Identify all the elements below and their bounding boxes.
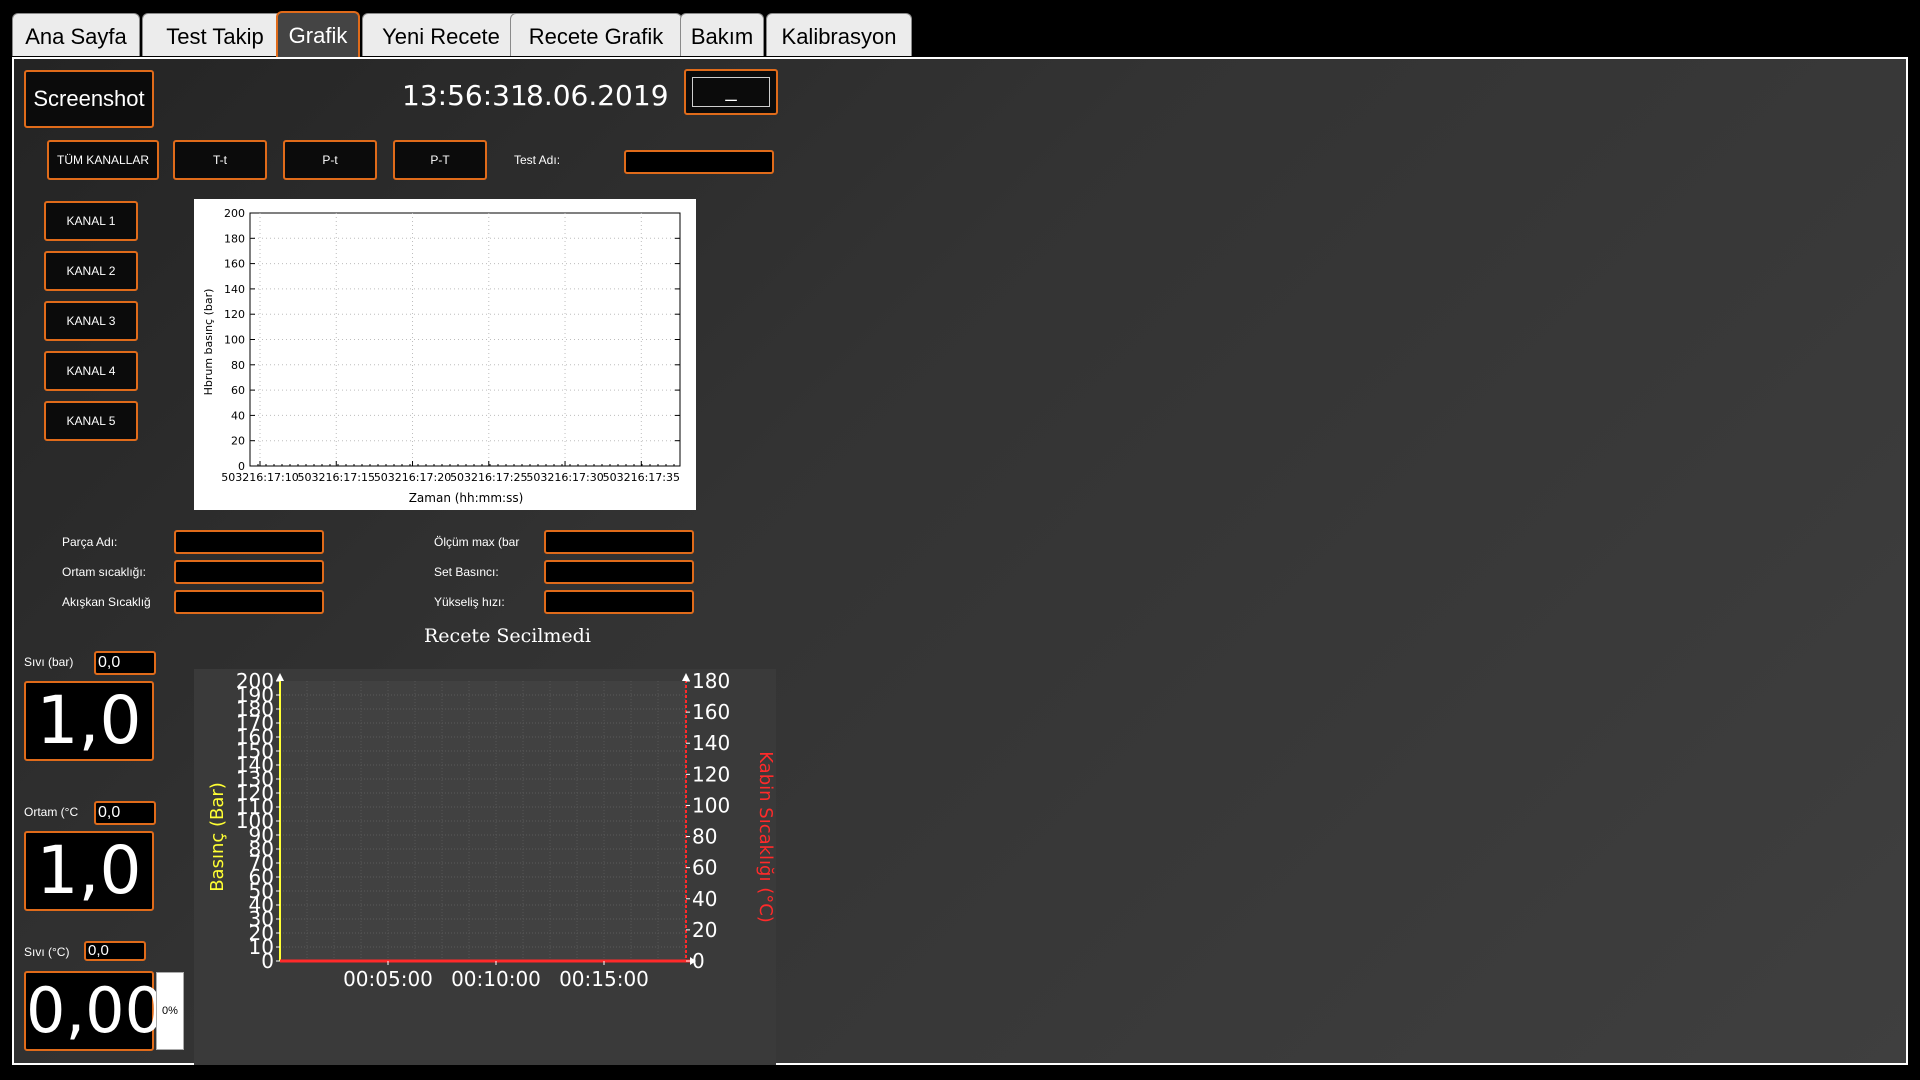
chart-x-tick-label: 503216:17:25 (450, 471, 527, 484)
ambient-temp-field[interactable] (174, 560, 324, 584)
chart-x-tick-label: 503216:17:30 (526, 471, 603, 484)
set-pressure-label: Set Basıncı: (434, 565, 499, 579)
filter-p-T-button[interactable]: P-T (393, 140, 487, 180)
recipe-y2-tick-label: 100 (692, 793, 730, 817)
test-name-field[interactable] (624, 150, 774, 174)
chart-x-tick-label: 503216:17:15 (298, 471, 375, 484)
chart-y-tick-label: 80 (231, 359, 245, 372)
chart-y-tick-label: 120 (224, 308, 245, 321)
recipe-y-tick-label: 200 (236, 669, 274, 693)
chart-x-tick-label: 503216:17:10 (221, 471, 298, 484)
recipe-x-tick-label: 00:10:00 (451, 967, 541, 991)
fluid-c-label: Sıvı (°C) (24, 945, 70, 959)
recipe-title: Recete Secilmedi (424, 625, 591, 647)
recipe-y2-tick-label: 60 (692, 856, 717, 880)
recipe-y2-tick-label: 80 (692, 825, 717, 849)
grafik-panel: Screenshot 13:56:31 8.06.2019 _ TÜM KANA… (12, 57, 1908, 1065)
minimize-icon: _ (692, 77, 770, 107)
tab-grafik[interactable]: Grafik (276, 11, 360, 58)
ambient-temp-label: Ortam sıcaklığı: (62, 565, 147, 579)
test-name-label: Test Adı: (514, 153, 561, 167)
recipe-chart-right-axis-label: Kabin Sıcaklığı (°C) (755, 751, 776, 923)
max-measure-label: Ölçüm max (bar (434, 535, 520, 549)
part-name-label: Parça Adı: (62, 535, 118, 549)
level-percent-label: 0% (162, 1005, 178, 1017)
channel-3-button[interactable]: KANAL 3 (44, 301, 138, 341)
rise-rate-field[interactable] (544, 590, 694, 614)
channel-4-button[interactable]: KANAL 4 (44, 351, 138, 391)
fluid-bar-small-value: 0,0 (94, 651, 156, 675)
recipe-chart-left-axis-label: Basınç (Bar) (207, 782, 228, 892)
tab-ana-sayfa[interactable]: Ana Sayfa (12, 13, 140, 56)
chart-x-tick-label: 503216:17:35 (603, 471, 680, 484)
ambient-c-label: Ortam (°C (24, 805, 79, 819)
chart-y-tick-label: 40 (231, 409, 245, 422)
chart-x-tick-label: 503216:17:20 (374, 471, 451, 484)
fluid-temp-field[interactable] (174, 590, 324, 614)
chart-x-axis-label: Zaman (hh:mm:ss) (409, 491, 524, 505)
fluid-c-big-value: 0,00 (24, 971, 164, 1051)
chart-y-tick-label: 60 (231, 384, 245, 397)
chart-y-tick-label: 160 (224, 258, 245, 271)
channel-1-button[interactable]: KANAL 1 (44, 201, 138, 241)
chart-y-tick-label: 20 (231, 435, 245, 448)
rise-rate-label: Yükseliş hızı: (434, 595, 505, 609)
chart-y-tick-label: 180 (224, 232, 245, 245)
part-name-field[interactable] (174, 530, 324, 554)
tab-bakim[interactable]: Bakım (680, 13, 764, 56)
channel-5-button[interactable]: KANAL 5 (44, 401, 138, 441)
pressure-time-chart: 020406080100120140160180200 503216:17:10… (194, 199, 696, 510)
minimize-button[interactable]: _ (684, 69, 778, 115)
tab-recete-grafik[interactable]: Recete Grafik (510, 13, 682, 56)
tab-kalibrasyon[interactable]: Kalibrasyon (766, 13, 912, 56)
recipe-y2-tick-label: 180 (692, 669, 730, 693)
recipe-y2-tick-label: 0 (692, 949, 705, 973)
recipe-x-tick-label: 00:05:00 (343, 967, 433, 991)
set-pressure-field[interactable] (544, 560, 694, 584)
filter-all-channels-button[interactable]: TÜM KANALLAR (47, 140, 159, 180)
fluid-bar-big-value: 1,0 (24, 681, 154, 761)
recipe-y2-tick-label: 120 (692, 762, 730, 786)
chart-y-tick-label: 100 (224, 334, 245, 347)
recipe-chart: 0102030405060708090100110120130140150160… (194, 669, 776, 1065)
recipe-x-tick-label: 00:15:00 (559, 967, 649, 991)
screenshot-button[interactable]: Screenshot (24, 70, 154, 128)
chart-y-axis-label: Hbrum basınç (bar) (202, 289, 215, 396)
ambient-c-small-value: 0,0 (94, 801, 156, 825)
recipe-y2-tick-label: 40 (692, 887, 717, 911)
fluid-bar-label: Sıvı (bar) (24, 655, 74, 669)
ambient-c-big-value: 1,0 (24, 831, 154, 911)
chart-y-tick-label: 140 (224, 283, 245, 296)
filter-p-t-button[interactable]: P-t (283, 140, 377, 180)
level-indicator: 0% (156, 972, 184, 1050)
clock-time: 13:56:31 (402, 79, 528, 112)
channel-2-button[interactable]: KANAL 2 (44, 251, 138, 291)
chart-background (194, 199, 696, 510)
tab-yeni-recete[interactable]: Yeni Recete (362, 13, 520, 56)
clock-date: 8.06.2019 (526, 79, 669, 112)
filter-t-t-button[interactable]: T-t (173, 140, 267, 180)
max-measure-field[interactable] (544, 530, 694, 554)
recipe-y2-tick-label: 20 (692, 918, 717, 942)
recipe-y2-tick-label: 140 (692, 731, 730, 755)
tab-test-takip[interactable]: Test Takip (142, 13, 288, 56)
recipe-y2-tick-label: 160 (692, 700, 730, 724)
fluid-c-small-value: 0,0 (84, 941, 146, 961)
fluid-temp-label: Akışkan Sıcaklığ (62, 595, 151, 609)
chart-y-tick-label: 200 (224, 207, 245, 220)
